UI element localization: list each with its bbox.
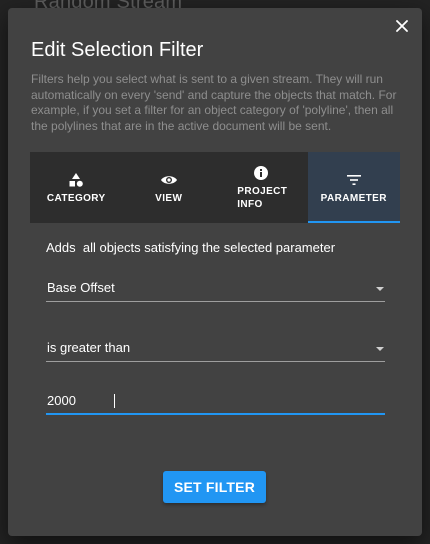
info-icon xyxy=(253,164,269,182)
operator-select[interactable]: is greater than xyxy=(46,328,385,362)
filter-icon xyxy=(346,171,361,189)
value-field[interactable] xyxy=(46,386,385,415)
parameter-select[interactable]: Base Offset xyxy=(46,268,385,302)
eye-icon xyxy=(160,171,178,189)
tab-project-info-label: PROJECT INFO xyxy=(237,186,288,210)
tab-category-label: CATEGORY xyxy=(46,192,106,204)
tab-view[interactable]: VIEW xyxy=(123,152,216,223)
dropdown-arrow-icon xyxy=(376,347,384,351)
filter-tabs: CATEGORY VIEW PROJECT INFO PARAMETER xyxy=(30,152,400,223)
tab-category[interactable]: CATEGORY xyxy=(30,152,123,223)
tab-view-label: VIEW xyxy=(155,192,183,204)
dialog-title: Edit Selection Filter xyxy=(31,39,204,61)
adds-description: Adds all objects satisfying the selected… xyxy=(46,240,336,255)
dialog-description: Filters help you select what is sent to … xyxy=(31,72,397,133)
tab-parameter[interactable]: PARAMETER xyxy=(307,152,400,223)
close-button[interactable] xyxy=(390,14,414,38)
set-filter-button[interactable]: SET FILTER xyxy=(163,471,266,503)
tab-project-info[interactable]: PROJECT INFO xyxy=(215,152,308,223)
text-caret xyxy=(114,394,115,408)
value-input[interactable] xyxy=(46,389,385,411)
operator-select-value: is greater than xyxy=(47,340,131,355)
edit-selection-filter-dialog: Edit Selection Filter Filters help you s… xyxy=(8,8,422,536)
shapes-icon xyxy=(68,171,84,189)
tab-parameter-label: PARAMETER xyxy=(320,192,387,204)
parameter-select-value: Base Offset xyxy=(47,280,115,295)
dropdown-arrow-icon xyxy=(376,287,384,291)
close-icon xyxy=(396,20,408,32)
